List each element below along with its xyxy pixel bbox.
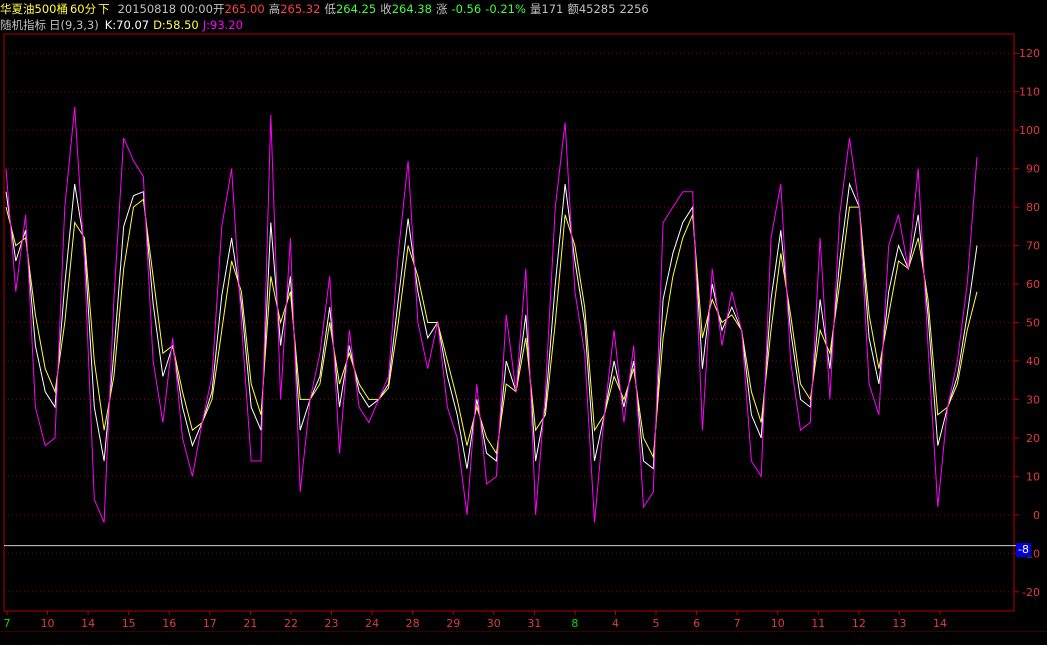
y-tick-label: 20 bbox=[1026, 432, 1040, 445]
series-line-j bbox=[5, 107, 978, 523]
y-tick-label: 60 bbox=[1026, 278, 1040, 291]
x-tick-label: 5 bbox=[653, 617, 660, 630]
y-tick-label: 50 bbox=[1026, 317, 1040, 330]
y-tick-label: 10 bbox=[1026, 470, 1040, 483]
x-axis: 7 10 14 15 16 17 21 22 23 24 28 29 30 31 8 4 5 6 7 10 11 12 13… bbox=[4, 611, 947, 630]
x-tick-label: 16 bbox=[162, 617, 176, 630]
y-axis: 1201101009080706050403020100-10-20 bbox=[1014, 47, 1040, 599]
x-tick-label: 15 bbox=[122, 617, 136, 630]
y-tick-label: 110 bbox=[1019, 86, 1040, 99]
cursor-value-tag: -8 bbox=[1016, 543, 1031, 557]
x-tick-label: 4 bbox=[612, 617, 619, 630]
y-tick-label: 70 bbox=[1026, 240, 1040, 253]
y-tick-label: -20 bbox=[1022, 586, 1040, 599]
bottom-scrollbar[interactable] bbox=[0, 631, 1047, 645]
x-tick-label: 7 bbox=[734, 617, 741, 630]
y-tick-label: 90 bbox=[1026, 163, 1040, 176]
x-tick-label: 12 bbox=[852, 617, 866, 630]
x-tick-label: 22 bbox=[284, 617, 298, 630]
x-tick-label: 24 bbox=[365, 617, 379, 630]
x-tick-label: 30 bbox=[487, 617, 501, 630]
x-tick-label: 29 bbox=[446, 617, 460, 630]
y-tick-label: 40 bbox=[1026, 355, 1040, 368]
x-tick-label: 6 bbox=[693, 617, 700, 630]
x-tick-label: 21 bbox=[243, 617, 257, 630]
y-tick-label: 80 bbox=[1026, 201, 1040, 214]
y-tick-label: 120 bbox=[1019, 47, 1040, 60]
kdj-chart[interactable]: 1201101009080706050403020100-10-20 7 10 14… bbox=[0, 0, 1047, 644]
x-tick-label: 28 bbox=[406, 617, 420, 630]
y-tick-label: 100 bbox=[1019, 124, 1040, 137]
y-tick-label: 0 bbox=[1033, 509, 1040, 522]
series-lines bbox=[5, 107, 978, 523]
x-tick-label: 8 bbox=[571, 617, 578, 630]
x-tick-label: 31 bbox=[527, 617, 541, 630]
x-tick-label: 14 bbox=[933, 617, 947, 630]
y-tick-label: 30 bbox=[1026, 393, 1040, 406]
x-tick-label: 23 bbox=[325, 617, 339, 630]
x-tick-label: 13 bbox=[892, 617, 906, 630]
x-tick-label: 11 bbox=[811, 617, 825, 630]
x-tick-label: 10 bbox=[771, 617, 785, 630]
x-tick-label: 17 bbox=[203, 617, 217, 630]
x-tick-label: 14 bbox=[81, 617, 95, 630]
x-tick-label: 10 bbox=[41, 617, 55, 630]
x-tick-label: 7 bbox=[4, 617, 11, 630]
